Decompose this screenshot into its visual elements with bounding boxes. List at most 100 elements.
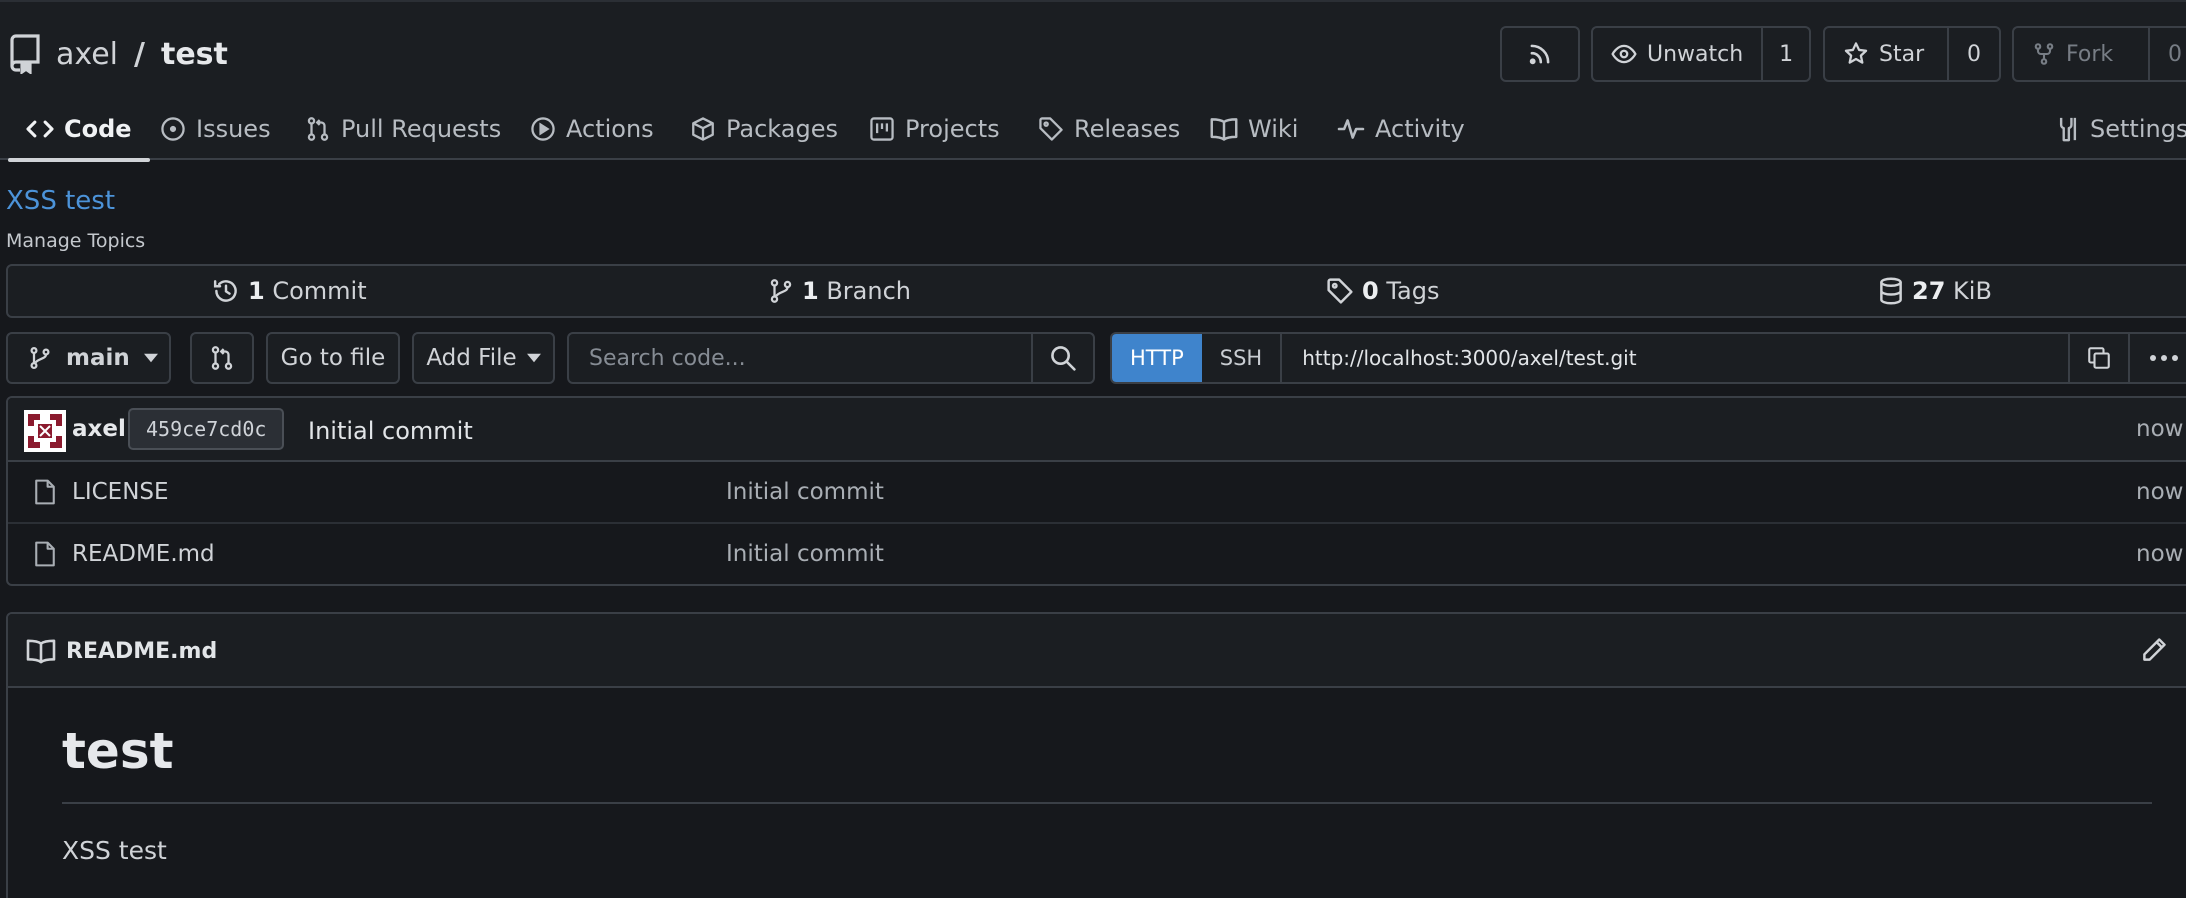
manage-topics-link[interactable]: Manage Topics: [6, 230, 145, 252]
tab-actions-label: Actions: [566, 115, 654, 143]
readme-heading: test: [62, 722, 174, 780]
file-row: LICENSE Initial commit now: [8, 462, 2186, 524]
readme-body-text: XSS test: [62, 836, 167, 865]
tab-releases[interactable]: Releases: [1038, 98, 1180, 160]
readme-divider: [62, 802, 2152, 804]
star-icon: [1843, 41, 1869, 67]
tab-packages-label: Packages: [726, 115, 838, 143]
repo-name-link[interactable]: test: [161, 37, 228, 72]
file-commit-time: now: [2136, 541, 2184, 567]
tab-code[interactable]: Code: [8, 98, 150, 162]
tab-projects[interactable]: Projects: [869, 98, 1000, 160]
star-label: Star: [1879, 41, 1925, 67]
tab-settings-label: Settings: [2090, 115, 2186, 143]
readme-panel: README.md test XSS test: [6, 612, 2186, 898]
tab-activity-label: Activity: [1375, 115, 1465, 143]
fork-button[interactable]: Fork: [2014, 28, 2148, 80]
size-stat[interactable]: 27 KiB: [1878, 266, 1992, 316]
watch-button-group: Unwatch 1: [1591, 26, 1811, 82]
unwatch-button[interactable]: Unwatch: [1593, 28, 1761, 80]
tab-actions[interactable]: Actions: [530, 98, 654, 160]
rss-feed-button[interactable]: [1500, 26, 1580, 82]
commits-count: 1: [248, 277, 265, 305]
eye-icon: [1611, 41, 1637, 67]
ssh-clone-button[interactable]: SSH: [1202, 334, 1283, 382]
commit-sha-button[interactable]: 459ce7cd0c: [128, 408, 285, 450]
tags-label: Tags: [1386, 277, 1440, 305]
unwatch-label: Unwatch: [1647, 41, 1744, 67]
tab-wiki-label: Wiki: [1248, 115, 1299, 143]
go-to-file-button[interactable]: Go to file: [266, 332, 400, 384]
tab-code-label: Code: [64, 115, 132, 143]
tags-count: 0: [1362, 277, 1379, 305]
compare-button[interactable]: [190, 332, 254, 384]
branches-stat[interactable]: 1 Branch: [768, 266, 911, 316]
commits-label: Commit: [272, 277, 367, 305]
repo-header: axel / test Unwatch 1 Star 0 Fork 0 Code…: [0, 0, 2186, 162]
search-code-input[interactable]: [569, 334, 1031, 382]
avatar[interactable]: [24, 410, 66, 452]
pencil-icon: [2140, 636, 2168, 664]
file-row: README.md Initial commit now: [8, 524, 2186, 584]
commits-stat[interactable]: 1 Commit: [212, 266, 367, 316]
tab-issues[interactable]: Issues: [160, 98, 271, 160]
tag-icon: [1038, 116, 1064, 142]
clone-url-input[interactable]: [1282, 334, 2068, 382]
tab-releases-label: Releases: [1074, 115, 1181, 143]
tab-pull-requests[interactable]: Pull Requests: [305, 98, 501, 160]
tab-pull-requests-label: Pull Requests: [341, 115, 502, 143]
file-name-link[interactable]: README.md: [72, 524, 215, 584]
tab-projects-label: Projects: [905, 115, 1000, 143]
fork-icon: [2032, 41, 2056, 67]
repo-tabs: Code Issues Pull Requests Actions Packag…: [0, 98, 2186, 162]
package-icon: [690, 116, 716, 142]
pulse-icon: [1337, 117, 1365, 141]
project-icon: [869, 116, 895, 142]
readme-filename[interactable]: README.md: [66, 614, 217, 688]
file-commit-message[interactable]: Initial commit: [726, 524, 884, 584]
tools-icon: [2056, 115, 2080, 143]
tab-wiki[interactable]: Wiki: [1210, 98, 1298, 160]
issue-icon: [160, 116, 186, 142]
http-clone-button[interactable]: HTTP: [1112, 334, 1202, 382]
copy-url-button[interactable]: [2068, 334, 2128, 382]
branch-selector[interactable]: main: [6, 332, 171, 384]
file-name-link[interactable]: LICENSE: [72, 462, 169, 522]
branch-name: main: [66, 345, 130, 371]
tab-activity[interactable]: Activity: [1337, 98, 1465, 160]
database-icon: [1878, 277, 1904, 305]
watch-count[interactable]: 1: [1761, 28, 1809, 80]
repo-stats-bar: 1 Commit 1 Branch 0 Tags 27 KiB: [6, 264, 2186, 318]
branch-icon: [768, 277, 794, 305]
repo-owner-link[interactable]: axel: [56, 37, 118, 72]
tags-stat[interactable]: 0 Tags: [1326, 266, 1439, 316]
file-commit-message[interactable]: Initial commit: [726, 462, 884, 522]
play-icon: [530, 116, 556, 142]
search-button[interactable]: [1031, 334, 1093, 382]
fork-label: Fork: [2066, 41, 2114, 67]
rss-icon: [1527, 41, 1553, 67]
more-options-button[interactable]: [2128, 334, 2186, 382]
commit-message[interactable]: Initial commit: [308, 398, 473, 464]
tab-settings[interactable]: Settings: [2056, 98, 2186, 160]
star-button[interactable]: Star: [1825, 28, 1947, 80]
commit-time: now: [2136, 416, 2184, 442]
file-icon: [34, 540, 56, 568]
caret-down-icon: [143, 353, 158, 363]
file-commit-time: now: [2136, 479, 2184, 505]
kebab-horizontal-icon: [2149, 354, 2179, 362]
tab-packages[interactable]: Packages: [690, 98, 838, 160]
star-count[interactable]: 0: [1947, 28, 1999, 80]
search-icon: [1050, 345, 1076, 371]
repo-title: axel / test: [8, 30, 228, 78]
add-file-dropdown[interactable]: Add File: [412, 332, 555, 384]
commit-author[interactable]: axel: [72, 398, 126, 460]
file-table: axel 459ce7cd0c Initial commit now LICEN…: [6, 396, 2186, 586]
size-value: 27: [1912, 277, 1946, 305]
add-file-label: Add File: [426, 345, 517, 371]
pull-request-icon: [305, 116, 331, 142]
repo-description[interactable]: XSS test: [6, 186, 115, 216]
book-icon: [26, 638, 56, 664]
edit-readme-button[interactable]: [2140, 636, 2168, 664]
fork-count[interactable]: 0: [2148, 28, 2186, 80]
